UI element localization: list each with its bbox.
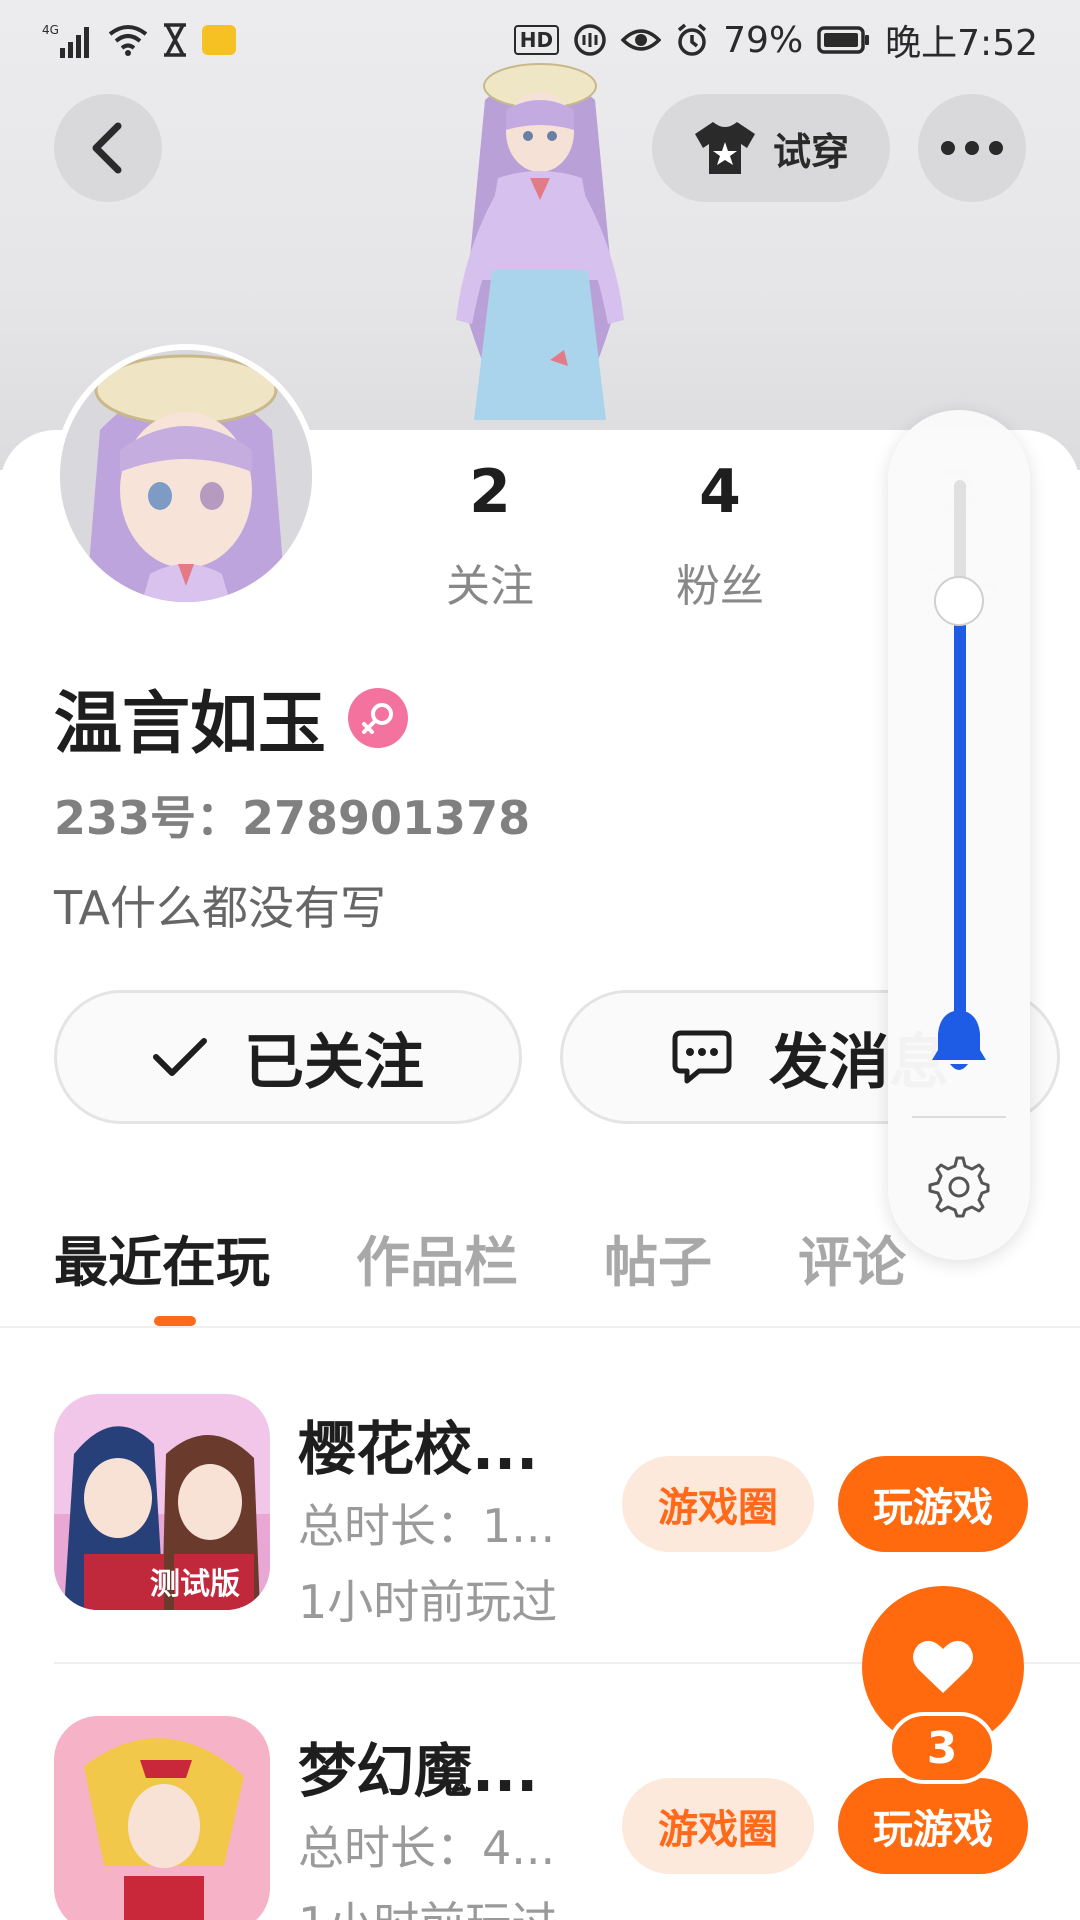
chat-bubble-icon	[672, 1030, 732, 1084]
game-name: 樱花校...	[298, 1415, 539, 1483]
tabs-divider	[0, 1326, 1080, 1328]
tab-works[interactable]: 作品栏	[356, 1218, 518, 1297]
folder-app-icon	[202, 25, 236, 55]
tshirt-star-icon	[694, 122, 755, 174]
svg-text:4G: 4G	[42, 23, 59, 37]
username: 温言如玉	[54, 685, 327, 764]
alarm-icon	[675, 23, 709, 57]
game-icon-sakura: 测试版	[54, 1394, 270, 1610]
back-button[interactable]	[54, 94, 162, 202]
female-gender-icon	[348, 687, 409, 748]
username-row: 温言如玉	[54, 668, 409, 767]
play-game-button[interactable]: 玩游戏	[838, 1778, 1028, 1874]
game-icon-dream-magic	[54, 1716, 270, 1920]
volume-panel-divider	[912, 1116, 1006, 1118]
followers-label: 粉丝	[676, 561, 764, 612]
game-total-time: 总时长：1...	[298, 1499, 556, 1553]
user-id: 233号：278901378	[54, 791, 531, 845]
game-circle-button[interactable]: 游戏圈	[622, 1456, 814, 1552]
game-total-time: 总时长：4...	[298, 1821, 556, 1875]
svg-text:测试版: 测试版	[150, 1567, 240, 1602]
more-dots-icon	[941, 141, 1003, 155]
following-button-label: 已关注	[244, 1027, 424, 1098]
battery-percent: 79%	[723, 19, 804, 61]
game-list-item[interactable]: 梦幻魔... 总时长：4... 1小时前玩过 游戏圈 玩游戏	[54, 1716, 1028, 1920]
tab-posts[interactable]: 帖子	[604, 1218, 712, 1297]
bell-icon[interactable]	[928, 1006, 990, 1076]
volume-slider-handle[interactable]	[934, 576, 984, 626]
volume-fill	[954, 601, 966, 1030]
following-count: 2	[469, 457, 511, 527]
avatar-portrait	[60, 350, 312, 602]
volume-panel	[888, 410, 1030, 1260]
game-circle-button[interactable]: 游戏圈	[622, 1778, 814, 1874]
gear-icon[interactable]	[928, 1156, 990, 1218]
play-game-button[interactable]: 玩游戏	[838, 1456, 1028, 1552]
cellular-signal-icon: 4G	[42, 22, 94, 58]
hd-indicator: HD	[513, 25, 560, 55]
user-bio: TA什么都没有写	[54, 881, 386, 935]
hd-call-icon	[573, 23, 607, 57]
avatar-3d-figure	[456, 63, 624, 420]
hourglass-icon	[162, 23, 188, 57]
chevron-left-icon	[92, 122, 122, 174]
profile-tabs: 最近在玩 作品栏 帖子 评论	[54, 1218, 992, 1297]
following-stat[interactable]: 2 关注	[410, 462, 570, 614]
try-on-label: 试穿	[772, 129, 849, 174]
try-on-button[interactable]: 试穿	[652, 94, 890, 202]
avatar[interactable]	[54, 344, 318, 608]
followers-count: 4	[699, 457, 741, 527]
following-label: 关注	[446, 561, 534, 612]
battery-icon	[817, 25, 871, 55]
wifi-icon	[108, 24, 148, 56]
active-tab-indicator	[154, 1316, 196, 1326]
clock: 晚上7:52	[885, 23, 1038, 64]
checkmark-icon	[153, 1038, 207, 1076]
game-name: 梦幻魔...	[298, 1737, 539, 1805]
game-last-played: 1小时前玩过	[298, 1575, 558, 1629]
tab-recently-played[interactable]: 最近在玩	[54, 1218, 270, 1297]
following-button[interactable]: 已关注	[54, 990, 522, 1124]
more-options-button[interactable]	[918, 94, 1026, 202]
like-count-badge: 3	[888, 1712, 996, 1784]
eye-icon	[621, 26, 662, 54]
heart-icon	[913, 1640, 973, 1693]
game-last-played: 1小时前玩过	[298, 1888, 557, 1920]
status-bar: 4G HD 79% 晚上7:52	[0, 0, 1080, 80]
followers-stat[interactable]: 4 粉丝	[640, 462, 800, 614]
tab-comments[interactable]: 评论	[798, 1218, 906, 1297]
